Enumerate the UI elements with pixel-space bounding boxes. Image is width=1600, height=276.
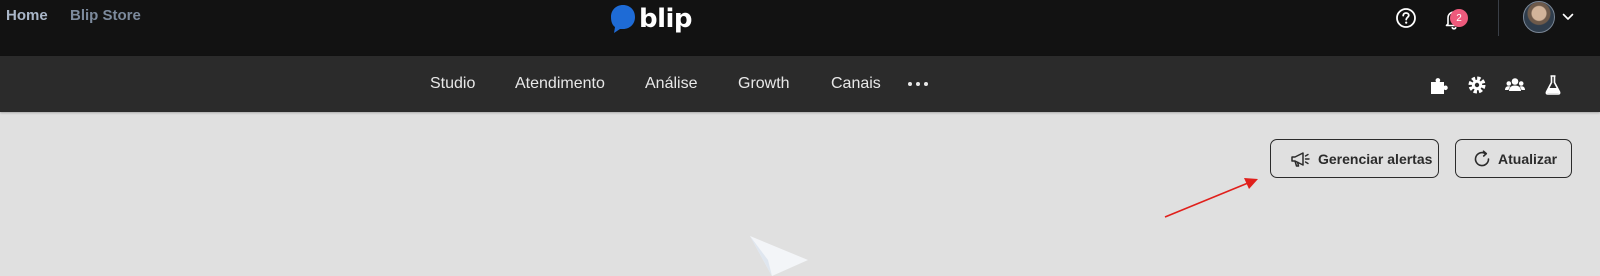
paper-plane-illustration	[750, 236, 808, 276]
blip-logo[interactable]: blip	[609, 2, 693, 36]
nav-item-atendimento[interactable]: Atendimento	[515, 75, 605, 93]
notification-badge: 2	[1450, 9, 1468, 27]
manage-alerts-label: Gerenciar alertas	[1318, 150, 1433, 167]
home-link[interactable]: Home	[6, 7, 48, 24]
blip-logo-icon	[611, 5, 635, 33]
refresh-icon	[1474, 149, 1490, 166]
user-avatar[interactable]	[1523, 1, 1555, 33]
blip-store-link[interactable]: Blip Store	[70, 7, 141, 24]
nav-item-analise[interactable]: Análise	[645, 75, 697, 93]
help-icon	[1396, 8, 1416, 28]
more-dots-icon[interactable]	[908, 78, 928, 90]
nav-item-studio[interactable]: Studio	[430, 75, 475, 93]
gear-icon[interactable]	[1466, 74, 1488, 96]
puzzle-icon[interactable]	[1428, 74, 1450, 96]
flask-icon[interactable]	[1542, 74, 1564, 96]
help-button[interactable]	[1395, 7, 1417, 29]
top-bar: Home Blip Store blip 2	[0, 0, 1600, 56]
topbar-divider	[1498, 0, 1499, 36]
main-nav-bar: Studio Atendimento Análise Growth Canais	[0, 56, 1600, 112]
team-icon[interactable]	[1504, 74, 1526, 96]
nav-item-growth[interactable]: Growth	[738, 75, 790, 93]
megaphone-icon	[1291, 151, 1310, 167]
refresh-button[interactable]: Atualizar	[1455, 139, 1572, 178]
refresh-label: Atualizar	[1498, 150, 1558, 167]
chevron-down-icon[interactable]	[1562, 11, 1574, 23]
manage-alerts-button[interactable]: Gerenciar alertas	[1270, 139, 1439, 178]
nav-item-canais[interactable]: Canais	[831, 75, 881, 93]
logo-text: blip	[639, 4, 693, 34]
